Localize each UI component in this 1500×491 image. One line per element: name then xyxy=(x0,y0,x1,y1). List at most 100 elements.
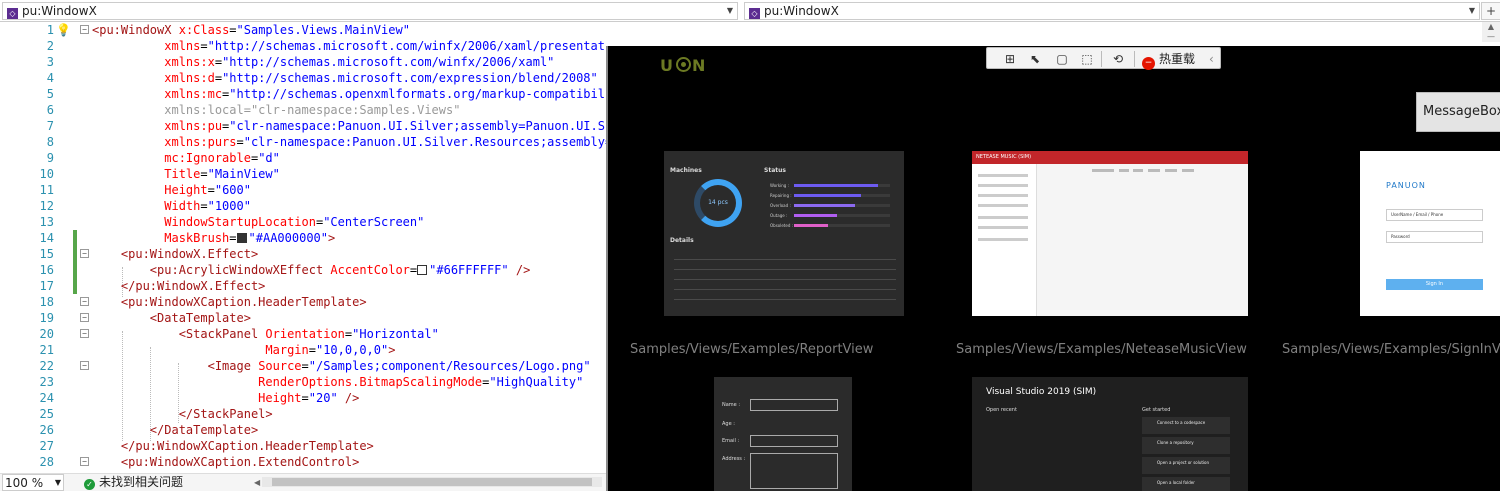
code-line[interactable]: 8 xmlns:purs="clr-namespace:Panuon.UI.Si… xyxy=(0,134,606,150)
code-line[interactable]: 13 WindowStartupLocation="CenterScreen" xyxy=(0,214,606,230)
code-line[interactable]: 11 Height="600" xyxy=(0,182,606,198)
visual-studio-thumbnail[interactable]: Visual Studio 2019 (SIM) Open recent Get… xyxy=(972,377,1248,491)
report-view-thumbnail[interactable]: Machines Status 14 pcs Working : Repairi… xyxy=(664,151,904,316)
line-number: 27 xyxy=(39,439,54,453)
code-line[interactable]: 1 💡 − <pu:WindowX x:Class="Samples.Views.Ma… xyxy=(0,22,606,38)
code-line[interactable]: 17 </pu:WindowX.Effect> xyxy=(0,278,606,294)
status-label: Obsoleted : xyxy=(770,223,793,228)
code-line[interactable]: 18 − <pu:WindowXCaption.HeaderTemplate> xyxy=(0,294,606,310)
code-text: <pu:AcrylicWindowXEffect AccentColor= "#6… xyxy=(149,263,531,277)
code-editor[interactable]: 1 💡 − <pu:WindowX x:Class="Samples.Views.Ma… xyxy=(0,22,606,473)
code-text: Margin="10,0,0,0"> xyxy=(265,343,396,357)
code-text: </DataTemplate> xyxy=(149,423,259,437)
line-number: 2 xyxy=(46,39,54,53)
netease-tab xyxy=(1119,169,1129,172)
vs-card-label: Connect to a codespace xyxy=(1157,420,1206,425)
netease-tab xyxy=(1148,169,1160,172)
code-line[interactable]: 25 </StackPanel> xyxy=(0,406,606,422)
scope-dropdown-left[interactable]: ◇ pu:WindowX ▼ xyxy=(2,2,738,20)
live-visual-tree-icon[interactable]: ⊞ xyxy=(1001,50,1019,68)
collapse-region-icon[interactable]: − xyxy=(80,249,89,258)
code-line[interactable]: 6 xmlns:local="clr-namespace:Samples.Vie… xyxy=(0,102,606,118)
netease-music-thumbnail[interactable]: NETEASE MUSIC (SIM) xyxy=(972,151,1248,316)
code-line[interactable]: 15 − <pu:WindowX.Effect> xyxy=(0,246,606,262)
form-name-label: Name : xyxy=(722,402,741,408)
collapse-region-icon[interactable]: − xyxy=(80,25,89,34)
split-editor-button[interactable]: + xyxy=(1481,2,1500,20)
vs-get-started: Get started xyxy=(1142,407,1171,413)
code-line[interactable]: 21 Margin="10,0,0,0"> xyxy=(0,342,606,358)
code-line[interactable]: 26 </DataTemplate> xyxy=(0,422,606,438)
table-row xyxy=(674,259,896,260)
track-focus-icon[interactable]: ⬚ xyxy=(1078,50,1096,68)
code-line[interactable]: 2 xmlns="http://schemas.microsoft.com/wi… xyxy=(0,38,606,54)
logo-letter-u: U xyxy=(660,56,675,75)
code-text: RenderOptions.BitmapScalingMode="HighQua… xyxy=(258,375,584,389)
messageboxx-button[interactable]: MessageBoxX xyxy=(1416,92,1500,132)
vs-card-label: Clone a repository xyxy=(1157,440,1194,445)
binding-failures-icon[interactable]: ⟲ xyxy=(1109,50,1127,68)
form-address-label: Address : xyxy=(722,456,746,462)
form-view-thumbnail[interactable]: Name : Age : Email : Address : xyxy=(714,377,852,491)
code-text: xmlns="http://schemas.microsoft.com/winf… xyxy=(164,39,606,53)
status-bar xyxy=(794,204,890,207)
code-line[interactable]: 22 − <Image Source="/Samples;component/Re… xyxy=(0,358,606,374)
scroll-left-icon[interactable]: ◀ xyxy=(254,475,260,491)
code-line[interactable]: 16 <pu:AcrylicWindowXEffect AccentColor=… xyxy=(0,262,606,278)
line-number: 11 xyxy=(39,183,54,197)
issues-indicator[interactable]: ✓ 未找到相关问题 xyxy=(84,474,183,490)
code-line[interactable]: 9 mc:Ignorable="d" xyxy=(0,150,606,166)
code-text: xmlns:d="http://schemas.microsoft.com/ex… xyxy=(164,71,598,85)
app-preview-window: UN MessageBoxX Machines Status 14 pcs Wo… xyxy=(606,46,1500,491)
signin-view-thumbnail[interactable]: PANUON UserName / Email / Phone Password… xyxy=(1360,151,1500,316)
table-row xyxy=(674,279,896,280)
code-line[interactable]: 20 − <StackPanel Orientation="Horizontal" xyxy=(0,326,606,342)
chevron-down-icon[interactable]: ▼ xyxy=(723,3,737,19)
code-line[interactable]: 27 </pu:WindowXCaption.HeaderTemplate> xyxy=(0,438,606,454)
line-number: 5 xyxy=(46,87,54,101)
collapse-region-icon[interactable]: − xyxy=(80,329,89,338)
select-element-icon[interactable]: ⬉ xyxy=(1026,50,1044,68)
code-line[interactable]: 4 xmlns:d="http://schemas.microsoft.com/… xyxy=(0,70,606,86)
zoom-dropdown[interactable]: 100 % ▼ xyxy=(2,474,64,491)
hot-reload-label: 热重载 xyxy=(1159,52,1196,66)
line-number: 25 xyxy=(39,407,54,421)
code-text: xmlns:pu="clr-namespace:Panuon.UI.Silver… xyxy=(164,119,606,133)
display-adorners-icon[interactable]: ▢ xyxy=(1053,50,1071,68)
line-number: 7 xyxy=(46,119,54,133)
change-marker xyxy=(73,262,77,278)
chevron-down-icon[interactable]: ▼ xyxy=(1465,3,1479,19)
code-line[interactable]: 19 − <DataTemplate> xyxy=(0,310,606,326)
code-text: <pu:WindowXCaption.ExtendControl> xyxy=(120,455,360,469)
code-line[interactable]: 12 Width="1000" xyxy=(0,198,606,214)
code-line[interactable]: 23 RenderOptions.BitmapScalingMode="High… xyxy=(0,374,606,390)
code-text: WindowStartupLocation="CenterScreen" xyxy=(164,215,425,229)
code-line[interactable]: 10 Title="MainView" xyxy=(0,166,606,182)
code-line[interactable]: 5 xmlns:mc="http://schemas.openxmlformat… xyxy=(0,86,606,102)
hot-reload-indicator[interactable]: − 热重载 xyxy=(1142,50,1196,70)
horizontal-scrollbar[interactable]: ◀ xyxy=(254,477,602,487)
collapse-region-icon[interactable]: − xyxy=(80,361,89,370)
code-line[interactable]: 3 xmlns:x="http://schemas.microsoft.com/… xyxy=(0,54,606,70)
code-line[interactable]: 28 − <pu:WindowXCaption.ExtendControl> xyxy=(0,454,606,470)
collapse-region-icon[interactable]: − xyxy=(80,297,89,306)
code-line[interactable]: 7 xmlns:pu="clr-namespace:Panuon.UI.Silv… xyxy=(0,118,606,134)
code-line[interactable]: 14 MaskBrush= "#AA000000"> xyxy=(0,230,606,246)
vertical-scrollbar[interactable]: ▲ — xyxy=(1482,22,1500,42)
logo-ring-icon xyxy=(676,57,691,72)
scope-dropdown-right[interactable]: ◇ pu:WindowX ▼ xyxy=(744,2,1480,20)
scroll-thumb[interactable] xyxy=(272,478,592,486)
line-number: 6 xyxy=(46,103,54,117)
status-bar xyxy=(794,214,890,217)
collapse-region-icon[interactable]: − xyxy=(80,313,89,322)
line-number: 26 xyxy=(39,423,54,437)
change-marker xyxy=(73,230,77,246)
code-line[interactable]: 24 Height="20" /> xyxy=(0,390,606,406)
code-text: <Image Source="/Samples;component/Resour… xyxy=(207,359,591,373)
lightbulb-icon[interactable]: 💡 xyxy=(56,22,71,38)
collapse-region-icon[interactable]: − xyxy=(80,457,89,466)
collapse-toolbar-icon[interactable]: ‹ xyxy=(1209,50,1214,68)
line-number: 12 xyxy=(39,199,54,213)
table-row xyxy=(674,269,896,270)
line-number: 17 xyxy=(39,279,54,293)
